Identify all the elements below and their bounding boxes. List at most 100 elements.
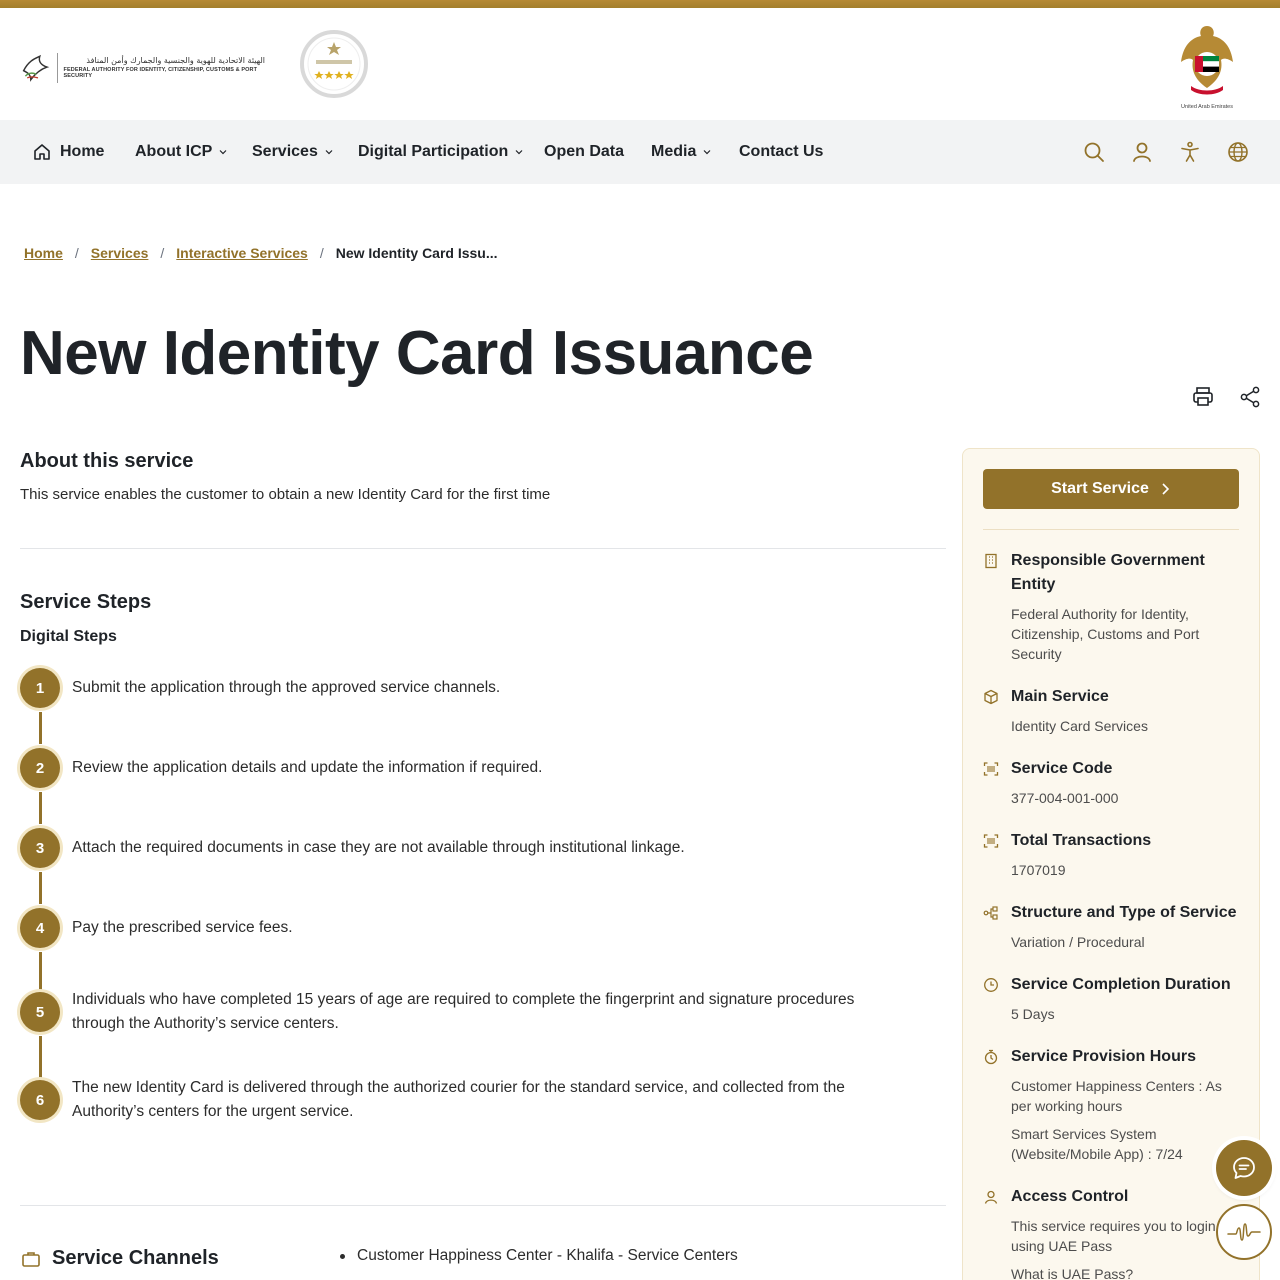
account-button[interactable]	[1130, 140, 1154, 164]
step-number: 1	[20, 668, 60, 708]
sign-language-button[interactable]	[1216, 1204, 1272, 1260]
info-access-control: Access Control This service requires you…	[983, 1185, 1239, 1280]
step-text: The new Identity Card is delivered throu…	[72, 1079, 845, 1120]
share-icon	[1240, 386, 1260, 408]
info-value: Federal Authority for Identity, Citizens…	[1011, 606, 1200, 662]
breadcrumb-link-services[interactable]: Services	[91, 245, 149, 261]
nav-item-contact[interactable]: Contact Us	[739, 120, 823, 184]
star-rating-badge-icon	[300, 30, 368, 98]
info-heading: Main Service	[1011, 688, 1109, 705]
sign-language-icon	[1227, 1223, 1261, 1241]
breadcrumb-separator: /	[74, 245, 79, 261]
top-accent-bar	[0, 0, 1280, 8]
uae-pass-link[interactable]: What is UAE Pass?	[1011, 1264, 1239, 1280]
step-number: 2	[20, 748, 60, 788]
barcode-scan-icon	[983, 762, 999, 776]
info-value: Variation / Procedural	[1011, 934, 1145, 950]
breadcrumb-separator: /	[319, 245, 324, 261]
step-text: Attach the required documents in case th…	[72, 839, 685, 856]
nav-item-services[interactable]: Services	[252, 120, 334, 184]
info-heading: Service Completion Duration	[1011, 976, 1231, 993]
barcode-scan-icon	[983, 834, 999, 848]
section-divider	[20, 1205, 946, 1206]
nav-item-digital-participation[interactable]: Digital Participation	[358, 120, 524, 184]
info-value: 1707019	[1011, 862, 1066, 878]
chat-icon	[1233, 1157, 1255, 1179]
share-button[interactable]	[1238, 385, 1262, 409]
info-heading: Responsible Government Entity	[1011, 552, 1205, 593]
clock-icon	[984, 978, 998, 992]
falcon-logo-icon	[22, 54, 50, 82]
channels-heading: Service Channels	[52, 1247, 219, 1269]
step-number: 3	[20, 828, 60, 868]
nav-label-contact: Contact Us	[739, 143, 824, 160]
channels-list: Customer Happiness Center - Khalifa - Se…	[340, 1247, 738, 1265]
language-button[interactable]	[1226, 140, 1250, 164]
search-button[interactable]	[1082, 140, 1106, 164]
breadcrumb-link-interactive-services[interactable]: Interactive Services	[176, 245, 308, 261]
info-heading: Service Code	[1011, 760, 1113, 777]
accessibility-button[interactable]	[1178, 140, 1202, 164]
info-value: Customer Happiness Centers : As per work…	[1011, 1078, 1222, 1114]
page-title: New Identity Card Issuance	[20, 319, 814, 388]
chevron-down-icon	[515, 150, 523, 155]
step-number: 6	[20, 1080, 60, 1120]
chat-button[interactable]	[1216, 1140, 1272, 1196]
nav-item-home[interactable]: Home	[32, 120, 104, 184]
building-icon	[985, 553, 997, 569]
nav-item-about[interactable]: About ICP	[135, 120, 228, 184]
steps-subheading: Digital Steps	[20, 628, 117, 645]
info-provision-hours: Service Provision Hours Customer Happine…	[983, 1045, 1239, 1164]
info-completion-duration: Service Completion Duration 5 Days	[983, 973, 1239, 1024]
step-number: 5	[20, 992, 60, 1032]
nav-label-services: Services	[252, 143, 318, 160]
uae-falcon-emblem-icon	[1181, 26, 1233, 95]
steps-heading: Service Steps	[20, 591, 152, 613]
about-text: This service enables the customer to obt…	[20, 486, 551, 503]
nav-label-media: Media	[651, 143, 697, 160]
info-value: 377-004-001-000	[1011, 790, 1119, 806]
step-connector	[39, 952, 42, 992]
info-responsible-entity: Responsible Government Entity Federal Au…	[983, 549, 1239, 664]
info-value: Smart Services System (Website/Mobile Ap…	[1011, 1126, 1183, 1162]
box-icon	[984, 689, 998, 705]
breadcrumb-separator: /	[160, 245, 165, 261]
section-divider	[20, 548, 946, 549]
nav-label-digital-participation: Digital Participation	[358, 143, 509, 160]
chevron-right-icon	[1162, 483, 1170, 495]
uae-emblem[interactable]: United Arab Emirates	[1174, 22, 1240, 112]
main-navigation: Home About ICP Services Digital Particip…	[0, 120, 1280, 184]
logo-divider	[56, 53, 58, 83]
nav-tools	[1082, 140, 1250, 164]
breadcrumb-current: New Identity Card Issu...	[335, 245, 498, 261]
home-icon	[34, 144, 50, 160]
step-number: 4	[20, 908, 60, 948]
nav-label-open-data: Open Data	[544, 143, 625, 160]
step-connector	[39, 872, 42, 904]
emblem-caption: United Arab Emirates	[1181, 104, 1233, 110]
step-connector	[39, 712, 42, 744]
logo-english-text: FEDERAL AUTHORITY FOR IDENTITY, CITIZENS…	[63, 67, 258, 79]
icp-logo[interactable]: الهيئة الاتحادية للهوية والجنسية والجمار…	[20, 46, 265, 90]
stopwatch-icon	[984, 1049, 998, 1065]
nav-item-media[interactable]: Media	[651, 120, 712, 184]
hierarchy-icon	[983, 906, 998, 920]
breadcrumb-link-home[interactable]: Home	[24, 245, 63, 261]
chevron-down-icon	[325, 150, 333, 155]
channel-item[interactable]: Customer Happiness Center - Khalifa - Se…	[357, 1247, 738, 1265]
info-heading: Structure and Type of Service	[1011, 904, 1237, 921]
step-text: Pay the prescribed service fees.	[72, 919, 293, 936]
breadcrumb: Home / Services / Interactive Services /…	[24, 245, 498, 261]
chevron-down-icon	[219, 150, 227, 155]
info-main-service: Main Service Identity Card Services	[983, 685, 1239, 736]
step-connector	[39, 1036, 42, 1080]
bullet-icon	[340, 1253, 345, 1259]
print-button[interactable]	[1191, 385, 1215, 409]
printer-icon	[1193, 387, 1213, 406]
info-service-code: Service Code 377-004-001-000	[983, 757, 1239, 808]
nav-item-open-data[interactable]: Open Data	[544, 120, 624, 184]
start-service-button[interactable]: Start Service	[983, 469, 1239, 509]
info-heading: Total Transactions	[1011, 832, 1152, 849]
briefcase-icon	[22, 1252, 40, 1267]
sidebar-divider	[983, 529, 1239, 530]
